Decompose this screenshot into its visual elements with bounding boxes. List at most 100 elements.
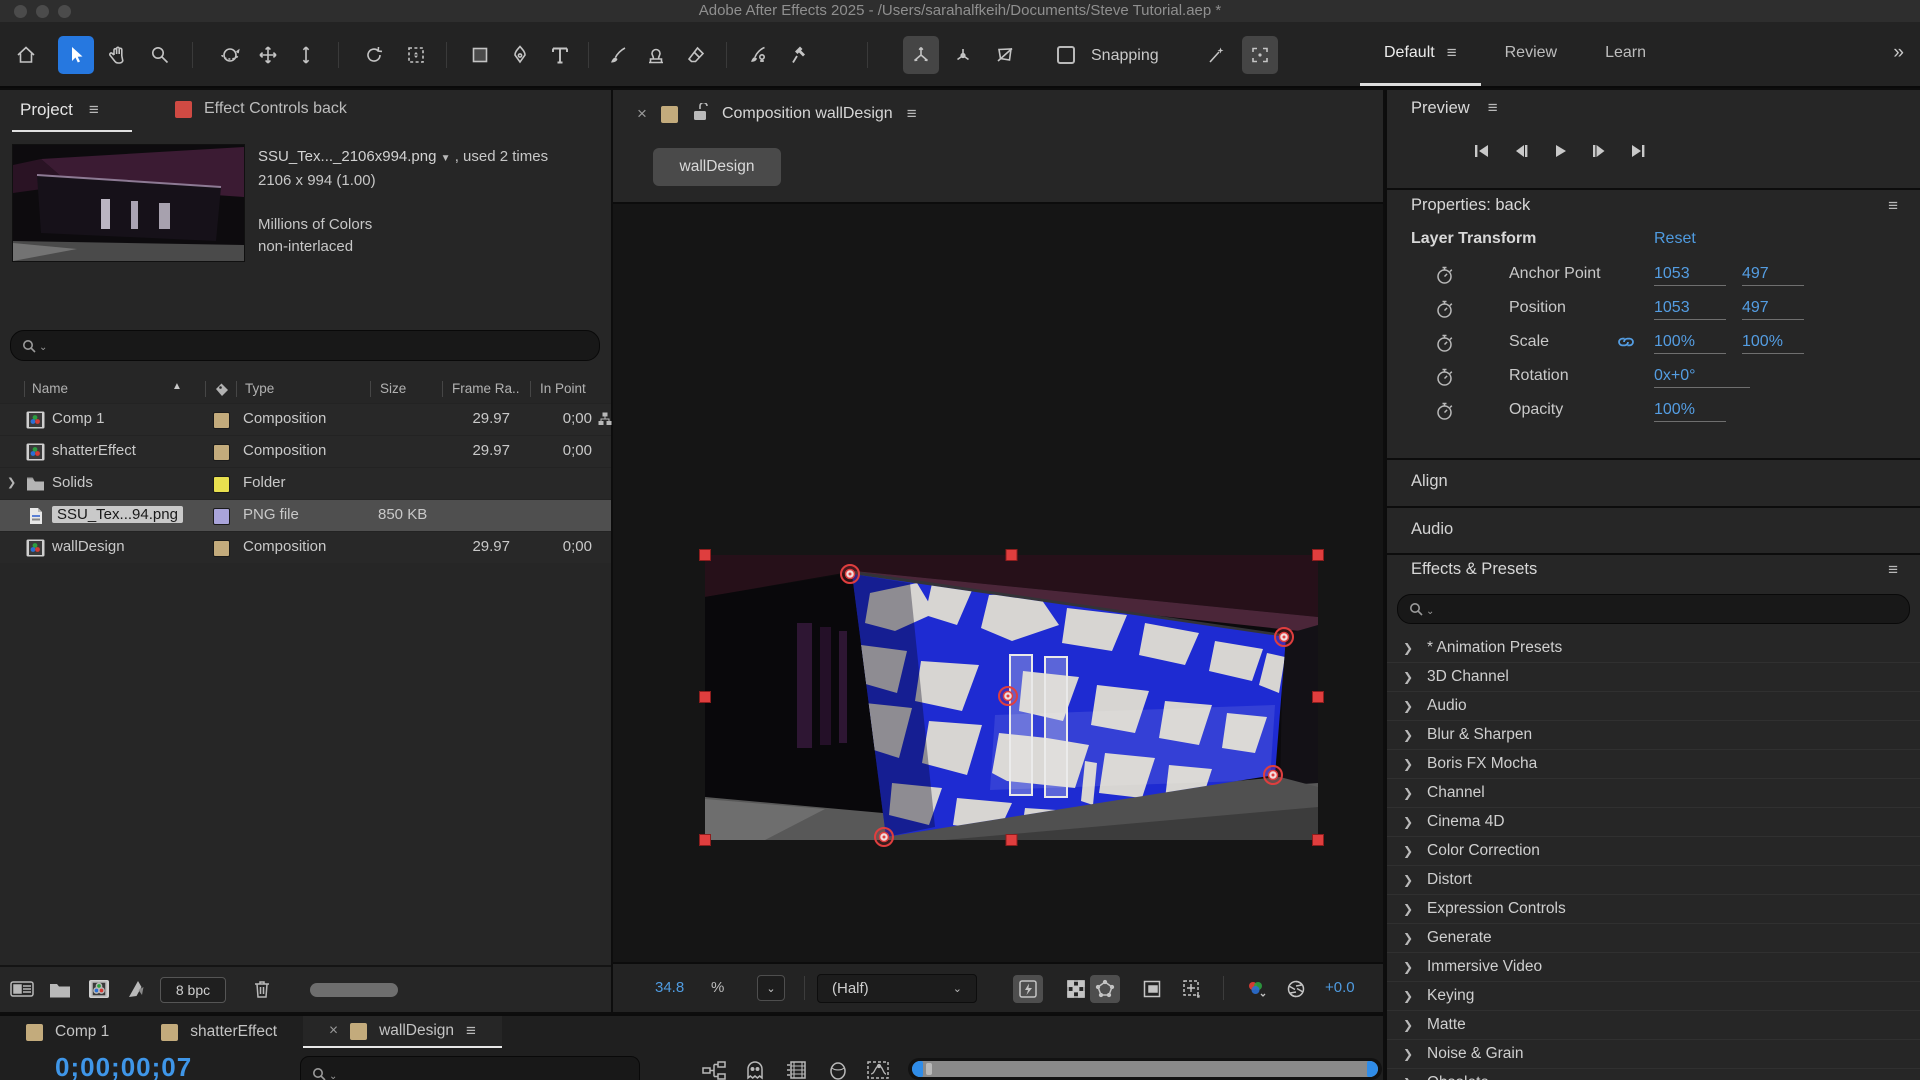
search-options-icon[interactable]: ⌄ (1426, 606, 1434, 617)
puppet-pin-tool[interactable] (782, 36, 818, 74)
effects-category-row[interactable]: ❯ 3D Channel (1387, 663, 1920, 692)
stopwatch-icon[interactable] (1435, 265, 1454, 290)
workspace-tab[interactable]: Review (1481, 22, 1581, 86)
chevron-right-icon[interactable]: ❯ (1403, 1047, 1413, 1061)
play-button[interactable] (1547, 138, 1573, 164)
item-name[interactable]: Comp 1 (52, 410, 105, 427)
column-name[interactable]: Name (32, 381, 68, 396)
content-aware-button[interactable] (1242, 36, 1278, 74)
chevron-right-icon[interactable]: ❯ (1403, 873, 1413, 887)
audio-section-header[interactable]: Audio (1411, 520, 1453, 539)
motion-blur-icon[interactable] (786, 1060, 810, 1080)
footage-dropdown-icon[interactable]: ▼ (441, 153, 451, 164)
item-label-swatch[interactable] (213, 444, 230, 461)
project-item-row[interactable]: shatterEffect Composition 29.97 0;00 (0, 435, 611, 467)
item-name[interactable]: Solids (52, 474, 93, 491)
properties-panel-menu-icon[interactable]: ≡ (1888, 196, 1898, 216)
composition-mini-flowchart-icon[interactable] (702, 1060, 726, 1080)
workspace-tab[interactable]: Default ≡ (1360, 22, 1481, 86)
effects-category-row[interactable]: ❯ Expression Controls (1387, 895, 1920, 924)
time-navigator-bar[interactable] (912, 1061, 1378, 1077)
chevron-right-icon[interactable]: ❯ (1403, 641, 1413, 655)
column-in-point[interactable]: In Point (540, 381, 586, 396)
wand-tool[interactable] (1198, 36, 1234, 74)
column-frame-rate[interactable]: Frame Ra.. (452, 381, 520, 396)
hand-tool[interactable] (100, 36, 136, 74)
current-time-field[interactable]: 0;00;00;07 (55, 1052, 192, 1080)
world-axis-mode-button[interactable] (945, 36, 981, 74)
chevron-right-icon[interactable]: ❯ (1403, 757, 1413, 771)
project-item-row[interactable]: wallDesign Composition 29.97 0;00 (0, 531, 611, 563)
link-icon[interactable] (1615, 335, 1637, 354)
roto-brush-tool[interactable] (740, 36, 776, 74)
item-label-swatch[interactable] (213, 540, 230, 557)
search-options-icon[interactable]: ⌄ (329, 1071, 337, 1080)
clone-stamp-tool[interactable] (638, 36, 674, 74)
effects-category-row[interactable]: ❯ Obsolete (1387, 1069, 1920, 1080)
interpret-footage-icon[interactable] (10, 978, 36, 1005)
selection-tool[interactable] (58, 36, 94, 74)
project-search[interactable]: ⌄ (10, 330, 600, 361)
chevron-right-icon[interactable]: ❯ (1403, 902, 1413, 916)
navigator-end-handle[interactable] (1367, 1061, 1378, 1077)
chevron-right-icon[interactable]: ❯ (1403, 960, 1413, 974)
chevron-right-icon[interactable]: ❯ (1403, 728, 1413, 742)
zoom-dropdown-button[interactable]: ⌄ (757, 975, 785, 1001)
chevron-right-icon[interactable]: ❯ (1403, 1076, 1413, 1080)
project-search-input[interactable] (49, 331, 599, 360)
chevron-right-icon[interactable]: ❯ (1403, 1018, 1413, 1032)
breadcrumb-composition-button[interactable]: wallDesign (653, 148, 781, 186)
effects-category-row[interactable]: ❯ Matte (1387, 1011, 1920, 1040)
stopwatch-icon[interactable] (1435, 367, 1454, 392)
trash-icon[interactable] (252, 978, 272, 1005)
lock-open-icon[interactable] (692, 103, 708, 126)
close-tab-icon[interactable]: × (329, 1022, 338, 1040)
effects-category-row[interactable]: ❯ Distort (1387, 866, 1920, 895)
pan-camera-tool[interactable] (250, 36, 286, 74)
navigator-thumb[interactable] (926, 1063, 932, 1075)
more-workspaces-icon[interactable]: » (1893, 42, 1902, 64)
last-frame-button[interactable] (1625, 138, 1651, 164)
effects-category-row[interactable]: ❯ Audio (1387, 692, 1920, 721)
brush-tool[interactable] (600, 36, 636, 74)
type-tool[interactable] (542, 36, 578, 74)
footage-filename[interactable]: SSU_Tex..._2106x994.png (258, 148, 436, 165)
effects-panel-menu-icon[interactable]: ≡ (1888, 560, 1898, 580)
effects-category-row[interactable]: ❯ Blur & Sharpen (1387, 721, 1920, 750)
chevron-right-icon[interactable]: ❯ (1403, 815, 1413, 829)
timeline-tab[interactable]: Comp 1 (0, 1016, 135, 1048)
effects-category-row[interactable]: ❯ Noise & Grain (1387, 1040, 1920, 1069)
project-item-row[interactable]: Comp 1 Composition 29.97 0;00 (0, 403, 611, 435)
effects-search[interactable]: ⌄ (1397, 594, 1910, 624)
region-of-interest-icon[interactable] (1137, 975, 1167, 1003)
home-tool[interactable] (8, 36, 44, 74)
item-label-swatch[interactable] (213, 476, 230, 493)
new-composition-icon[interactable] (88, 978, 110, 1005)
stopwatch-icon[interactable] (1435, 401, 1454, 426)
align-section-header[interactable]: Align (1411, 472, 1448, 491)
thumbnail-scale-slider[interactable] (310, 983, 398, 997)
dolly-camera-tool[interactable] (288, 36, 324, 74)
item-name[interactable]: SSU_Tex...94.png (52, 506, 183, 523)
timeline-tab[interactable]: × wallDesign ≡ (303, 1016, 502, 1048)
graph-editor-icon[interactable] (866, 1060, 890, 1080)
navigator-start-handle[interactable] (912, 1061, 923, 1077)
effects-category-row[interactable]: ❯ Channel (1387, 779, 1920, 808)
item-name[interactable]: wallDesign (52, 538, 125, 555)
project-video-renderer-icon[interactable] (126, 978, 148, 1005)
item-label-swatch[interactable] (213, 412, 230, 429)
effects-category-row[interactable]: ❯ Immersive Video (1387, 953, 1920, 982)
workspace-tab[interactable]: Learn (1581, 22, 1670, 86)
search-options-icon[interactable]: ⌄ (39, 342, 47, 353)
time-navigator[interactable] (908, 1058, 1382, 1080)
color-depth-button[interactable]: 8 bpc (160, 977, 226, 1003)
fast-preview-icon[interactable] (1013, 975, 1043, 1003)
exposure-icon[interactable] (1281, 975, 1311, 1003)
orbit-camera-tool[interactable] (212, 36, 248, 74)
label-column-icon[interactable] (214, 382, 231, 401)
first-frame-button[interactable] (1469, 138, 1495, 164)
pen-tool[interactable] (502, 36, 538, 74)
mask-visibility-icon[interactable] (1090, 975, 1120, 1003)
expand-chevron-icon[interactable]: ❯ (7, 476, 16, 489)
column-size[interactable]: Size (380, 381, 406, 396)
